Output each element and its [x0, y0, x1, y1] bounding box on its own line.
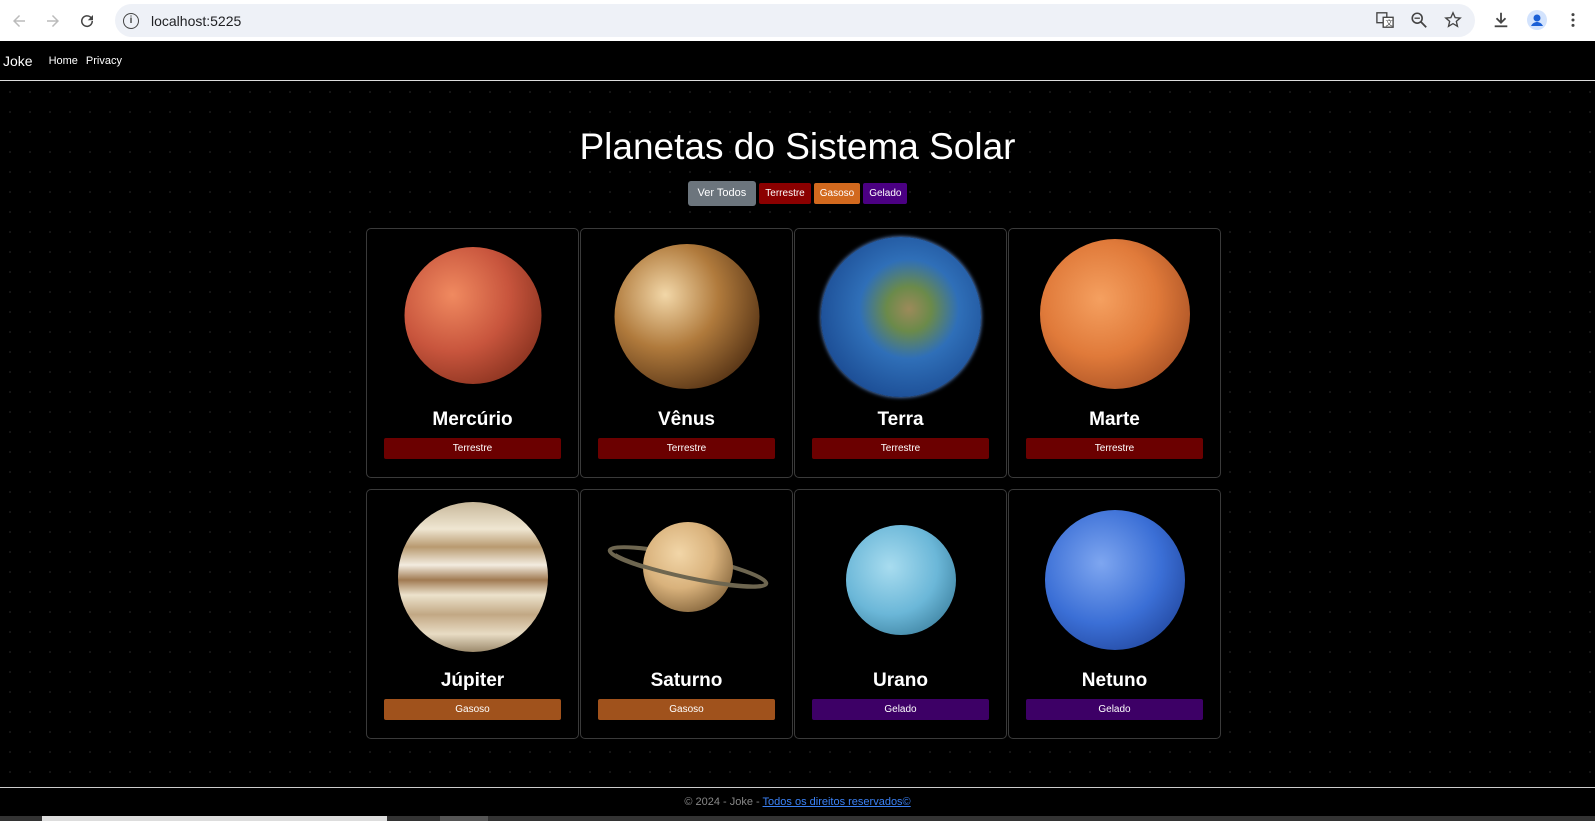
jupiter-image	[397, 502, 548, 652]
planet-type-badge: Gasoso	[598, 699, 775, 720]
site-info-icon[interactable]: i	[123, 12, 139, 29]
scrollbar-thumb[interactable]	[42, 816, 387, 821]
planet-card[interactable]: Marte Terrestre	[1008, 228, 1221, 478]
planet-type-badge: Gelado	[1026, 699, 1203, 720]
planet-type-badge: Terrestre	[384, 438, 561, 459]
filter-gasoso-button[interactable]: Gasoso	[813, 183, 861, 204]
planet-type-badge: Gasoso	[384, 699, 561, 720]
zoom-icon[interactable]	[1409, 10, 1429, 30]
browser-toolbar: i localhost:5225 文	[0, 0, 1595, 41]
planet-card[interactable]: Terra Terrestre	[794, 228, 1007, 478]
filter-gelado-button[interactable]: Gelado	[863, 183, 908, 204]
site-navbar: Joke Home Privacy	[0, 41, 1595, 81]
uranus-image	[845, 525, 956, 635]
planet-grid: Mercúrio Terrestre Vênus Terrestre Terra…	[366, 228, 1223, 739]
mars-image	[1039, 239, 1190, 389]
page-title: Planetas do Sistema Solar	[579, 126, 1016, 167]
scrollbar-segment	[440, 816, 488, 821]
filter-all-button[interactable]: Ver Todos	[687, 181, 757, 206]
planet-name: Marte	[1089, 409, 1140, 430]
planet-card[interactable]: Saturno Gasoso	[580, 489, 793, 739]
url-text: localhost:5225	[151, 12, 242, 29]
mercury-image	[404, 247, 541, 384]
planet-type-badge: Terrestre	[1026, 438, 1203, 459]
planet-type-badge: Gelado	[812, 699, 989, 720]
planet-name: Saturno	[650, 670, 723, 691]
planet-name: Vênus	[657, 409, 716, 430]
planet-name: Júpiter	[440, 670, 505, 691]
planet-card[interactable]: Netuno Gelado	[1008, 489, 1221, 739]
filter-bar: Ver Todos Terrestre Gasoso Gelado	[0, 181, 1595, 206]
earth-image	[820, 237, 981, 397]
planet-type-badge: Terrestre	[812, 438, 989, 459]
planet-card[interactable]: Urano Gelado	[794, 489, 1007, 739]
menu-dots-icon[interactable]	[1563, 10, 1583, 30]
back-button[interactable]	[4, 6, 34, 36]
nav-link-privacy[interactable]: Privacy	[86, 55, 122, 67]
planet-name: Terra	[877, 409, 924, 430]
neptune-image	[1044, 510, 1185, 650]
planet-card[interactable]: Júpiter Gasoso	[366, 489, 579, 739]
planet-name: Netuno	[1081, 670, 1148, 691]
nav-link-home[interactable]: Home	[49, 55, 78, 67]
footer-copyright: © 2024 - Joke -	[684, 796, 763, 808]
main-content: Planetas do Sistema Solar Ver Todos Terr…	[0, 82, 1595, 787]
horizontal-scrollbar[interactable]	[0, 816, 1595, 821]
footer-rights-link[interactable]: Todos os direitos reservados©	[763, 796, 911, 808]
filter-terrestre-button[interactable]: Terrestre	[759, 183, 811, 204]
reload-button[interactable]	[72, 6, 102, 36]
profile-avatar-icon[interactable]	[1527, 10, 1547, 30]
address-bar[interactable]: i localhost:5225 文	[115, 4, 1475, 37]
svg-text:文: 文	[1385, 18, 1392, 27]
planet-card[interactable]: Vênus Terrestre	[580, 228, 793, 478]
download-icon[interactable]	[1491, 10, 1511, 30]
bookmark-star-icon[interactable]	[1443, 10, 1463, 30]
venus-image	[614, 244, 759, 389]
planet-card[interactable]: Mercúrio Terrestre	[366, 228, 579, 478]
saturn-image	[607, 522, 769, 612]
planet-type-badge: Terrestre	[598, 438, 775, 459]
forward-button[interactable]	[38, 6, 68, 36]
brand-link[interactable]: Joke	[3, 53, 33, 69]
translate-icon[interactable]: 文	[1375, 10, 1395, 30]
planet-name: Urano	[873, 670, 928, 691]
planet-name: Mercúrio	[432, 409, 513, 430]
